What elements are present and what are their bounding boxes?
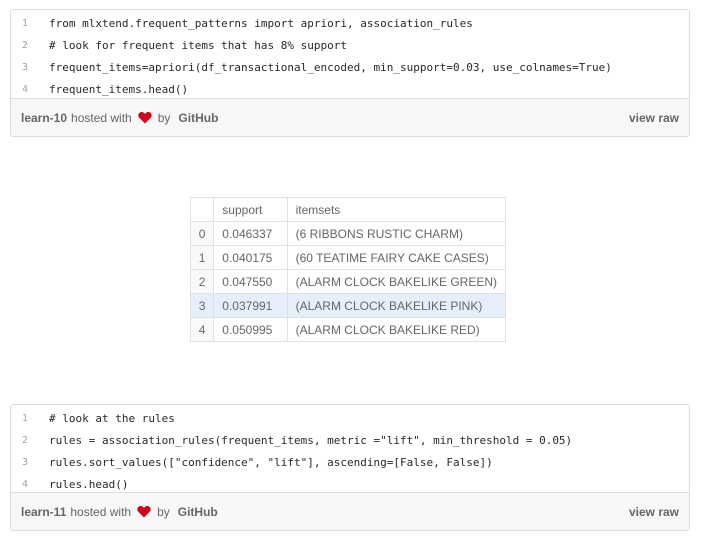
code-text: rules = association_rules(frequent_items… (49, 433, 573, 447)
code-text: # look for frequent items that has 8% su… (49, 38, 348, 52)
by-text: by (157, 110, 171, 125)
hosted-with-text: hosted with (70, 504, 132, 519)
heart-icon (138, 111, 152, 124)
line-number[interactable]: 4 (11, 479, 49, 490)
row-index: 4 (189, 317, 215, 342)
table-row: 4 0.050995 (ALARM CLOCK BAKELIKE RED) (189, 317, 507, 342)
gist-meta-bar: learn-10 hosted with by GitHub view raw (11, 98, 689, 136)
table-row: 0 0.046337 (6 RIBBONS RUSTIC CHARM) (189, 221, 507, 246)
code-text: rules.head() (49, 477, 129, 491)
code-line: 1 # look at the rules (11, 407, 689, 429)
view-raw-link[interactable]: view raw (629, 505, 679, 519)
view-raw-link[interactable]: view raw (629, 111, 679, 125)
support-header: support (213, 197, 288, 222)
code-block: 1 from mlxtend.frequent_patterns import … (11, 10, 689, 100)
code-text: frequent_items=apriori(df_transactional_… (49, 60, 612, 74)
line-number[interactable]: 2 (11, 40, 49, 51)
row-index: 0 (189, 221, 215, 246)
code-text: frequent_items.head() (49, 82, 189, 96)
line-number[interactable]: 1 (11, 18, 49, 29)
code-text: from mlxtend.frequent_patterns import ap… (49, 16, 473, 30)
itemsets-cell: (ALARM CLOCK BAKELIKE RED) (286, 317, 507, 342)
github-link[interactable]: GitHub (178, 111, 218, 125)
table-row: 2 0.047550 (ALARM CLOCK BAKELIKE GREEN) (189, 269, 507, 294)
github-link[interactable]: GitHub (178, 505, 218, 519)
table-row-highlighted: 3 0.037991 (ALARM CLOCK BAKELIKE PINK) (189, 293, 507, 318)
itemsets-cell: (6 RIBBONS RUSTIC CHARM) (286, 221, 507, 246)
code-line: 4 frequent_items.head() (11, 78, 689, 100)
itemsets-cell: (60 TEATIME FAIRY CAKE CASES) (286, 245, 507, 270)
code-line: 2 # look for frequent items that has 8% … (11, 34, 689, 56)
gist-embed-learn-11: 1 # look at the rules 2 rules = associat… (10, 404, 690, 531)
support-cell: 0.037991 (213, 293, 288, 318)
itemsets-header: itemsets (286, 197, 507, 222)
heart-icon (137, 505, 151, 518)
hosted-with-text: hosted with (71, 110, 132, 125)
code-line: 3 frequent_items=apriori(df_transactiona… (11, 56, 689, 78)
row-index: 3 (189, 293, 215, 318)
table-header-row: support itemsets (189, 197, 507, 222)
support-cell: 0.046337 (213, 221, 288, 246)
gist-name-link[interactable]: learn-10 (21, 111, 67, 125)
code-block: 1 # look at the rules 2 rules = associat… (11, 405, 689, 495)
line-number[interactable]: 1 (11, 413, 49, 424)
dataframe-table: support itemsets 0 0.046337 (6 RIBBONS R… (189, 197, 507, 342)
line-number[interactable]: 3 (11, 62, 49, 73)
code-line: 3 rules.sort_values(["confidence", "lift… (11, 451, 689, 473)
support-cell: 0.047550 (213, 269, 288, 294)
line-number[interactable]: 2 (11, 435, 49, 446)
table-row: 1 0.040175 (60 TEATIME FAIRY CAKE CASES) (189, 245, 507, 270)
support-cell: 0.050995 (213, 317, 288, 342)
gist-name-link[interactable]: learn-11 (21, 505, 66, 519)
code-line: 1 from mlxtend.frequent_patterns import … (11, 12, 689, 34)
line-number[interactable]: 3 (11, 457, 49, 468)
index-header (189, 197, 215, 222)
by-text: by (157, 504, 170, 519)
gist-meta-bar: learn-11 hosted with by GitHub view raw (11, 492, 689, 530)
code-text: rules.sort_values(["confidence", "lift"]… (49, 455, 493, 469)
gist-embed-learn-10: 1 from mlxtend.frequent_patterns import … (10, 9, 690, 137)
code-text: # look at the rules (49, 411, 175, 425)
itemsets-cell: (ALARM CLOCK BAKELIKE PINK) (286, 293, 507, 318)
line-number[interactable]: 4 (11, 84, 49, 95)
support-cell: 0.040175 (213, 245, 288, 270)
code-line: 2 rules = association_rules(frequent_ite… (11, 429, 689, 451)
row-index: 2 (189, 269, 215, 294)
itemsets-cell: (ALARM CLOCK BAKELIKE GREEN) (286, 269, 507, 294)
row-index: 1 (189, 245, 215, 270)
